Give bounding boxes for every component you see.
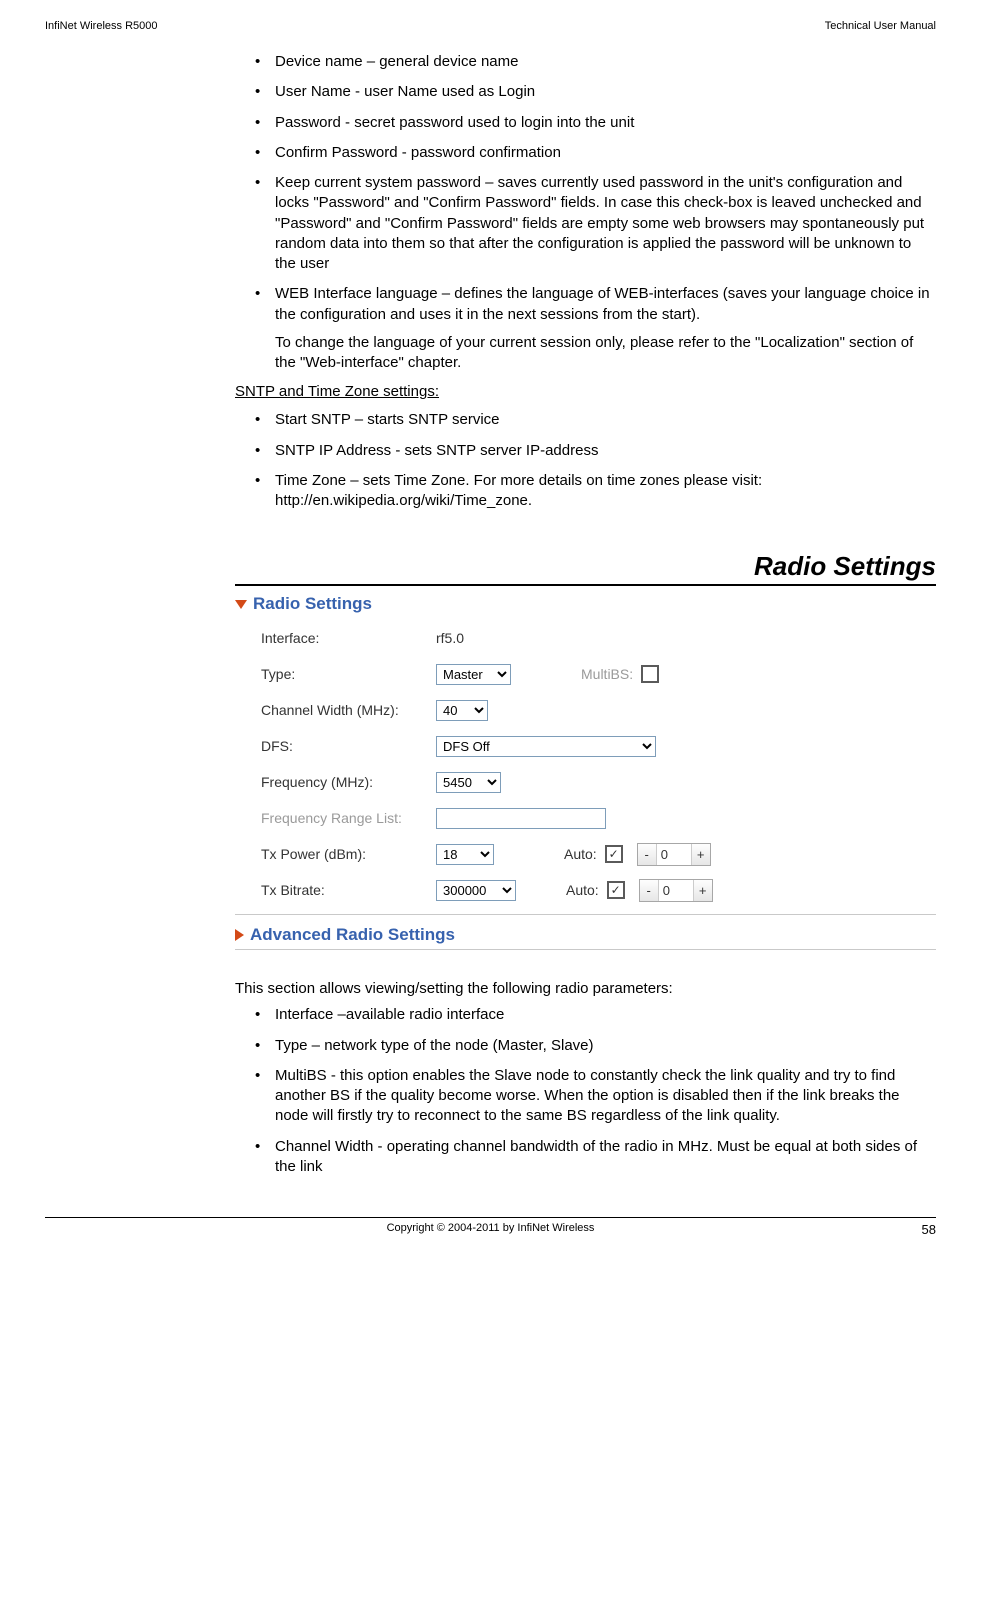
li-text: Type – network type of the node (Master,… [275, 1037, 594, 1054]
advanced-radio-settings-toggle[interactable]: Advanced Radio Settings [235, 914, 936, 950]
label-multibs: MultiBS: [581, 666, 633, 682]
label-tx-bitrate: Tx Bitrate: [261, 882, 436, 898]
row-type: Type: Master MultiBS: [261, 656, 936, 692]
list-item: Interface –available radio interface [255, 1005, 936, 1025]
footer-copyright: Copyright © 2004-2011 by InfiNet Wireles… [387, 1222, 595, 1234]
label-txb-auto: Auto: [566, 882, 599, 898]
li-text: Keep current system password – saves cur… [275, 174, 924, 272]
body-intro: This section allows viewing/setting the … [235, 980, 936, 997]
list-item: WEB Interface language – defines the lan… [255, 284, 936, 373]
radio-settings-toggle[interactable]: Radio Settings [235, 590, 936, 620]
radio-settings-panel: Radio Settings Interface: rf5.0 Type: Ma… [235, 590, 936, 950]
li-text: Channel Width - operating channel bandwi… [275, 1138, 917, 1175]
list-item: MultiBS - this option enables the Slave … [255, 1066, 936, 1127]
tx-power-select[interactable]: 18 [436, 844, 494, 865]
txp-stepper-plus[interactable]: + [692, 844, 710, 865]
header-right: Technical User Manual [825, 20, 936, 32]
row-dfs: DFS: DFS Off [261, 728, 936, 764]
bullets-group-1: Device name – general device name User N… [235, 52, 936, 373]
label-tx-power: Tx Power (dBm): [261, 846, 436, 862]
panel-title: Radio Settings [253, 594, 372, 614]
advanced-panel-title: Advanced Radio Settings [250, 925, 455, 945]
row-tx-power: Tx Power (dBm): 18 Auto: ✓ - 0 + [261, 836, 936, 872]
channel-width-select[interactable]: 40 [436, 700, 488, 721]
li-text: Password - secret password used to login… [275, 114, 634, 131]
frequency-select[interactable]: 5450 [436, 772, 501, 793]
row-interface: Interface: rf5.0 [261, 620, 936, 656]
label-txp-auto: Auto: [564, 846, 597, 862]
label-dfs: DFS: [261, 738, 436, 754]
row-frequency: Frequency (MHz): 5450 [261, 764, 936, 800]
bullets-group-2: Start SNTP – starts SNTP service SNTP IP… [235, 410, 936, 511]
li-text: Confirm Password - password confirmation [275, 144, 561, 161]
header-left: InfiNet Wireless R5000 [45, 20, 158, 32]
txp-stepper[interactable]: - 0 + [637, 843, 711, 866]
list-item: Channel Width - operating channel bandwi… [255, 1137, 936, 1178]
txp-auto-checkbox[interactable]: ✓ [605, 845, 623, 863]
footer-page-number: 58 [922, 1222, 936, 1237]
txb-stepper-plus[interactable]: + [694, 880, 712, 901]
bullets-group-3: Interface –available radio interface Typ… [235, 1005, 936, 1177]
li-text: User Name - user Name used as Login [275, 83, 535, 100]
row-frequency-range-list: Frequency Range List: [261, 800, 936, 836]
value-interface: rf5.0 [436, 630, 464, 646]
multibs-checkbox[interactable] [641, 665, 659, 683]
txb-stepper-minus[interactable]: - [640, 880, 658, 901]
chevron-right-icon [235, 929, 244, 941]
li-text: MultiBS - this option enables the Slave … [275, 1067, 900, 1125]
list-item: Password - secret password used to login… [255, 113, 936, 133]
label-frequency: Frequency (MHz): [261, 774, 436, 790]
list-item: User Name - user Name used as Login [255, 82, 936, 102]
li-text: Interface –available radio interface [275, 1006, 504, 1023]
type-select[interactable]: Master [436, 664, 511, 685]
txp-stepper-value: 0 [656, 844, 692, 865]
row-channel-width: Channel Width (MHz): 40 [261, 692, 936, 728]
list-item: Start SNTP – starts SNTP service [255, 410, 936, 430]
li-text: Start SNTP – starts SNTP service [275, 411, 500, 428]
tx-bitrate-select[interactable]: 300000 [436, 880, 516, 901]
list-item: SNTP IP Address - sets SNTP server IP-ad… [255, 441, 936, 461]
list-item: Keep current system password – saves cur… [255, 173, 936, 274]
li-text: SNTP IP Address - sets SNTP server IP-ad… [275, 442, 598, 459]
label-channel-width: Channel Width (MHz): [261, 702, 436, 718]
txb-stepper-value: 0 [658, 880, 694, 901]
txb-auto-checkbox[interactable]: ✓ [607, 881, 625, 899]
list-item: Confirm Password - password confirmation [255, 143, 936, 163]
dfs-select[interactable]: DFS Off [436, 736, 656, 757]
list-item: Device name – general device name [255, 52, 936, 72]
li-text: Device name – general device name [275, 53, 518, 70]
label-type: Type: [261, 666, 436, 682]
list-item: Time Zone – sets Time Zone. For more det… [255, 471, 936, 512]
li-extra: To change the language of your current s… [275, 333, 936, 374]
li-text: WEB Interface language – defines the lan… [275, 285, 930, 322]
list-item: Type – network type of the node (Master,… [255, 1036, 936, 1056]
frequency-range-list-input[interactable] [436, 808, 606, 829]
label-frequency-range-list: Frequency Range List: [261, 810, 436, 826]
label-interface: Interface: [261, 630, 436, 646]
section-title-radio-settings: Radio Settings [235, 551, 936, 586]
sntp-heading: SNTP and Time Zone settings: [235, 383, 936, 400]
li-text: Time Zone – sets Time Zone. For more det… [275, 472, 762, 509]
txp-stepper-minus[interactable]: - [638, 844, 656, 865]
txb-stepper[interactable]: - 0 + [639, 879, 713, 902]
chevron-down-icon [235, 600, 247, 609]
row-tx-bitrate: Tx Bitrate: 300000 Auto: ✓ - 0 + [261, 872, 936, 908]
